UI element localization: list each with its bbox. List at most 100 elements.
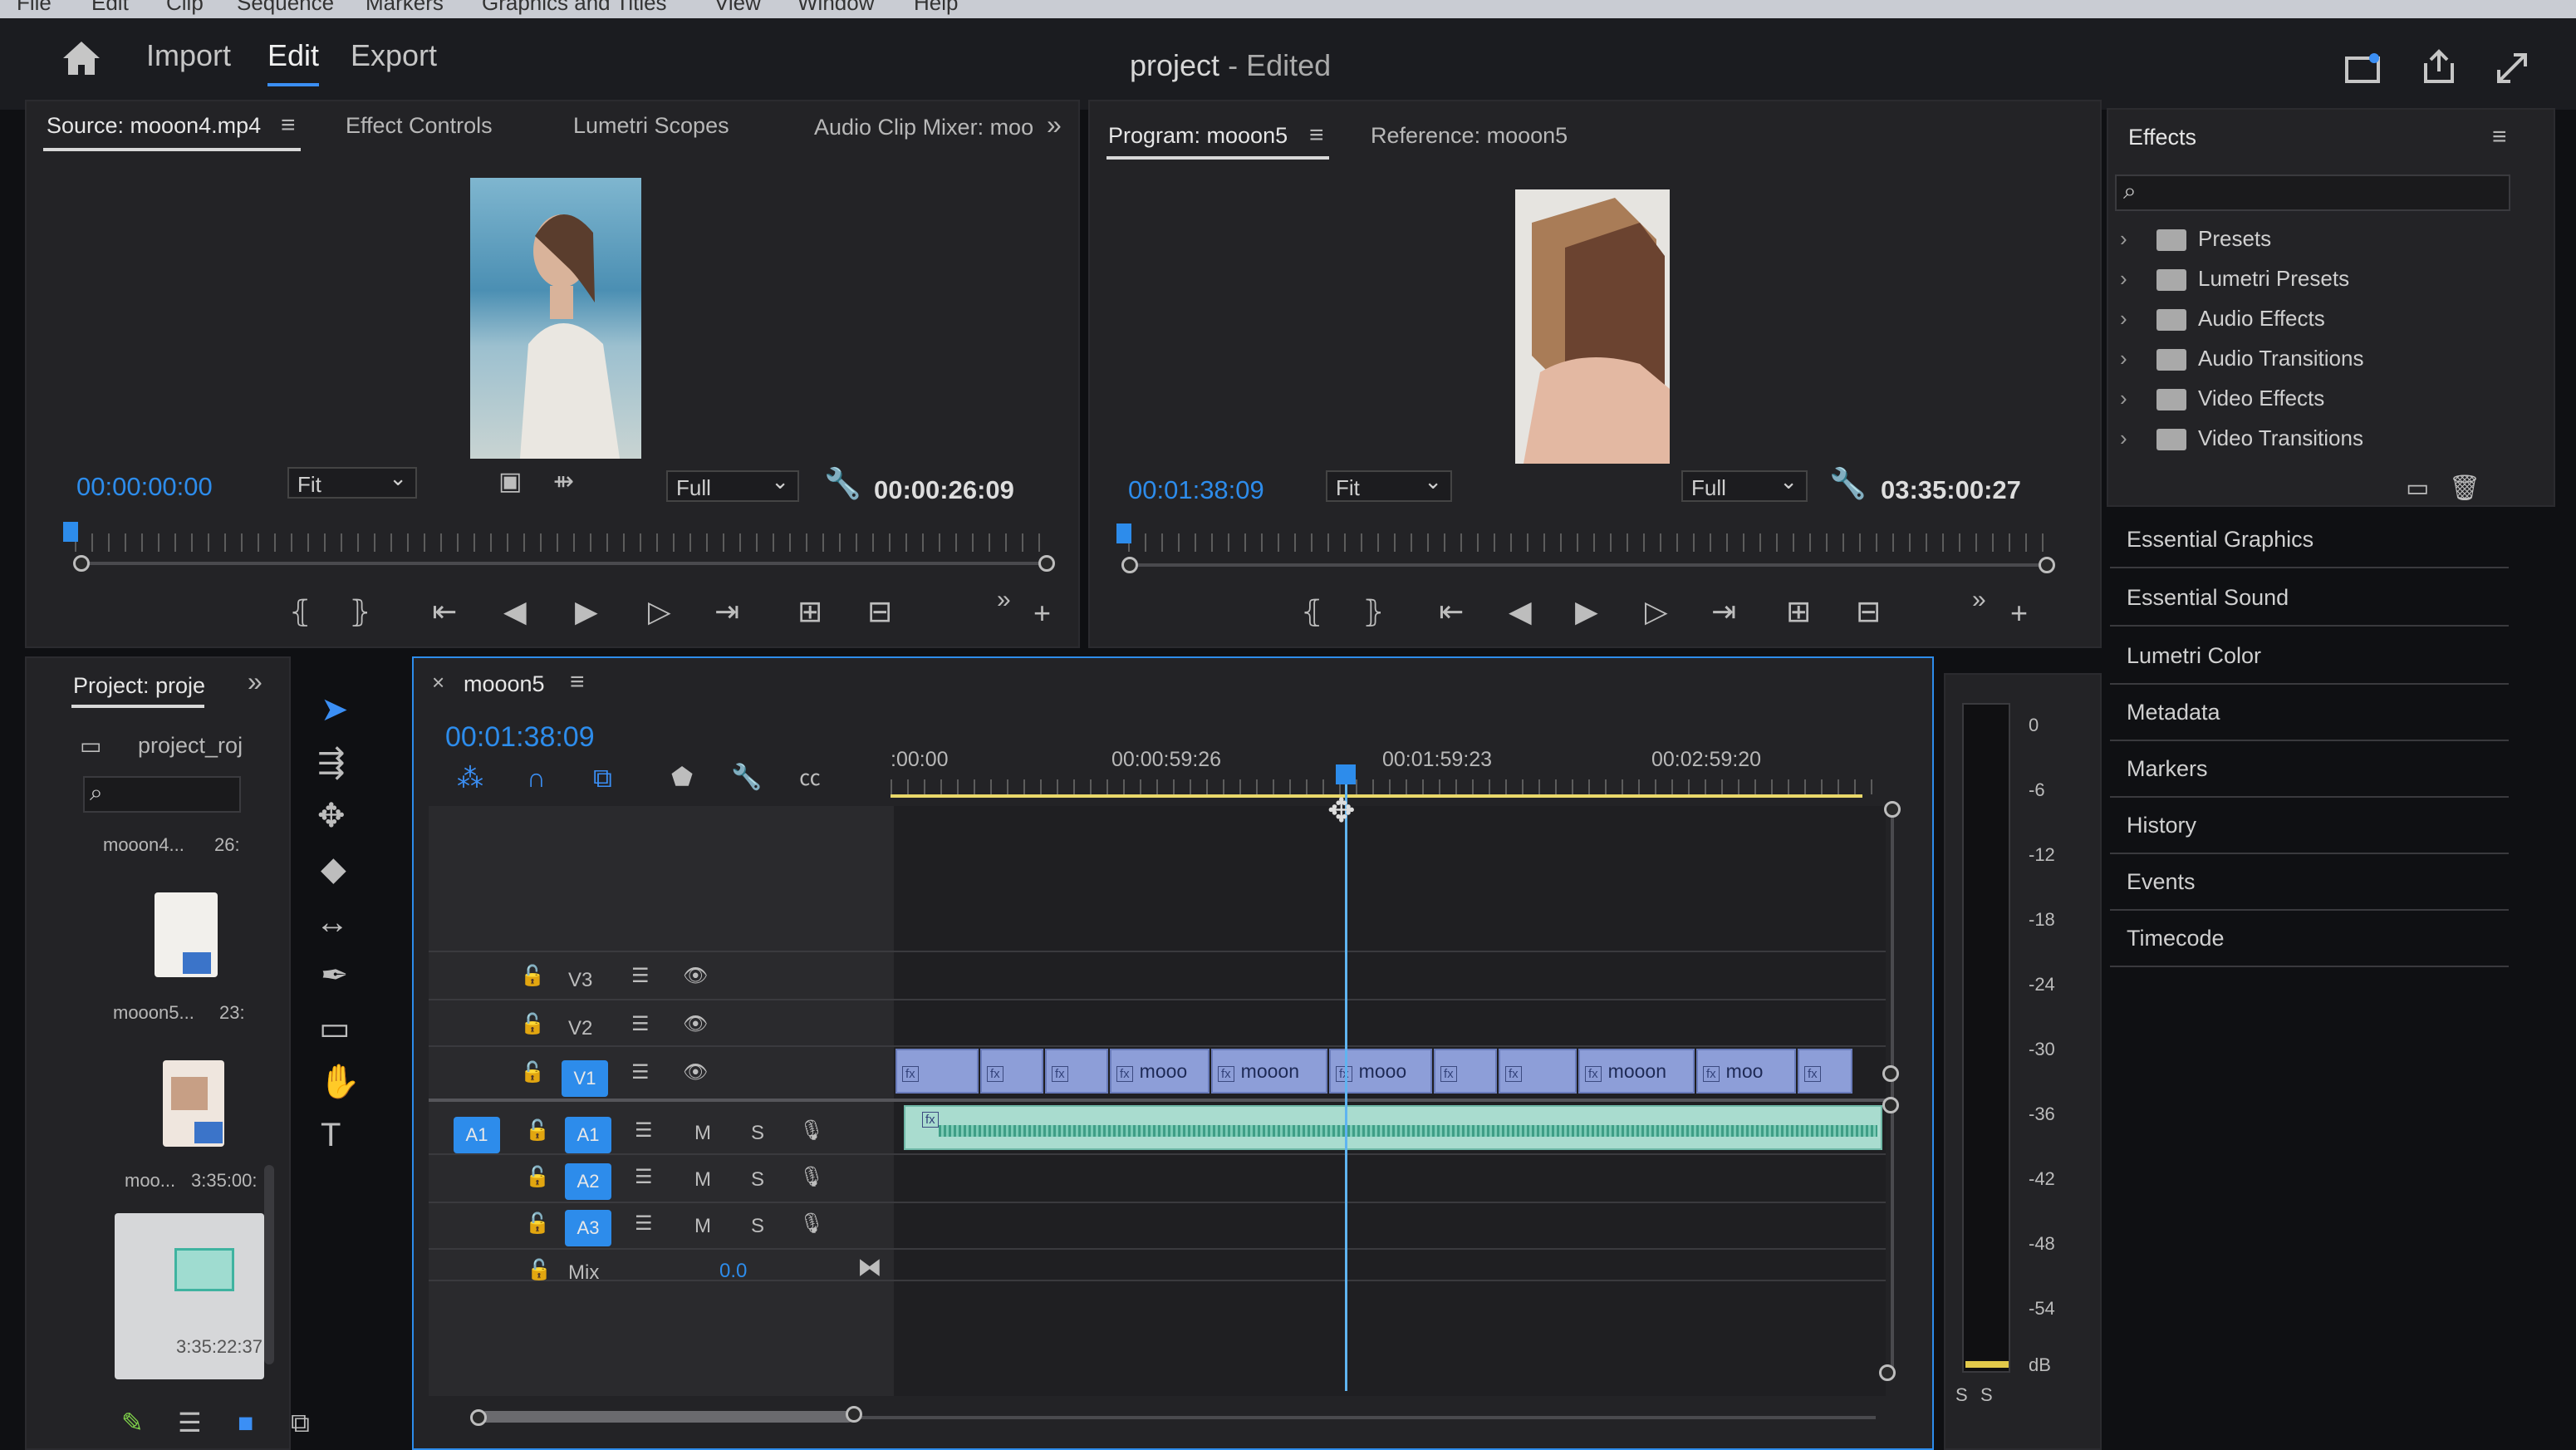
source-settings-icon[interactable]: ▣ (498, 467, 522, 497)
effects-item-video-effects[interactable]: › Video Effects (2120, 386, 2324, 411)
effects-menu-icon[interactable]: ≡ (2492, 123, 2507, 151)
track-target-v1[interactable]: V1 (562, 1060, 608, 1097)
panel-timecode[interactable]: Timecode (2110, 911, 2509, 967)
effects-item-video-transitions[interactable]: › Video Transitions (2120, 425, 2363, 451)
quick-export-icon[interactable] (2344, 52, 2382, 85)
timeline-scroll-thumb[interactable] (480, 1411, 854, 1423)
menu-window[interactable]: Window (797, 0, 874, 16)
microphone-icon[interactable]: 🎙 (799, 1165, 824, 1189)
solo-button[interactable]: S (751, 1122, 764, 1145)
effects-item-presets[interactable]: › Presets (2120, 226, 2271, 252)
source-zoom-handle-right[interactable] (1038, 555, 1055, 572)
eye-icon[interactable]: 👁 (683, 1060, 708, 1084)
mute-button[interactable]: M (694, 1168, 711, 1192)
program-playhead[interactable] (1116, 523, 1131, 543)
eye-icon[interactable]: 👁 (683, 964, 708, 988)
program-current-timecode[interactable]: 00:01:38:09 (1128, 475, 1264, 505)
fullscreen-icon[interactable] (2495, 52, 2529, 85)
eye-icon[interactable]: 👁 (683, 1012, 708, 1036)
go-to-out-icon[interactable]: ⇥ (714, 597, 739, 627)
timeline-clip[interactable]: fx mooo (1110, 1049, 1209, 1094)
panel-lumetri-color[interactable]: Lumetri Color (2110, 628, 2509, 685)
add-marker-icon[interactable]: ⬟ (671, 763, 693, 793)
hscroll-right-knob[interactable] (846, 1406, 862, 1423)
add-button-icon[interactable]: + (1033, 598, 1051, 628)
menu-edit[interactable]: Edit (91, 0, 129, 16)
close-sequence-icon[interactable]: × (432, 670, 444, 696)
program-wrench-icon[interactable]: 🔧 (1829, 469, 1867, 499)
selection-tool-icon[interactable]: ➤ (321, 693, 349, 726)
sync-lock-icon[interactable]: ☰ (635, 1165, 653, 1189)
program-go-to-out-icon[interactable]: ⇥ (1711, 597, 1736, 627)
workspace-edit[interactable]: Edit (267, 38, 319, 73)
project-more-tabs-icon[interactable]: » (248, 666, 263, 697)
source-wrench-icon[interactable]: 🔧 (824, 469, 861, 499)
mute-button[interactable]: M (694, 1215, 711, 1238)
sync-lock-icon[interactable]: ☰ (635, 1212, 653, 1236)
timeline-current-timecode[interactable]: 00:01:38:09 (445, 721, 595, 754)
meter-solo-left[interactable]: S (1955, 1384, 1968, 1406)
timeline-clip[interactable]: fx (1434, 1049, 1497, 1094)
program-add-button-icon[interactable]: + (2010, 598, 2028, 628)
source-playhead[interactable] (63, 522, 78, 542)
lock-icon[interactable]: 🔓 (527, 1258, 552, 1282)
mix-volume-value[interactable]: 0.0 (719, 1260, 747, 1283)
slip-tool-icon[interactable]: ↔ (316, 906, 349, 939)
panel-history[interactable]: History (2110, 798, 2509, 854)
panel-events[interactable]: Events (2110, 854, 2509, 911)
sequence-tab[interactable]: mooon5 (464, 671, 545, 697)
menu-clip[interactable]: Clip (166, 0, 204, 16)
audio-clip-a1[interactable]: fx (904, 1105, 1882, 1150)
panel-markers[interactable]: Markers (2110, 741, 2509, 798)
rectangle-tool-icon[interactable]: ▭ (319, 1012, 351, 1045)
tab-source[interactable]: Source: mooon4.mp4 (47, 113, 261, 139)
project-scrollbar[interactable] (264, 1165, 274, 1364)
track-target-a3[interactable]: A3 (565, 1210, 611, 1246)
sync-lock-icon[interactable]: ☰ (631, 1012, 650, 1036)
timeline-clip[interactable]: fx mooon (1211, 1049, 1327, 1094)
razor-tool-icon[interactable]: ◆ (321, 853, 346, 886)
timeline-settings-icon[interactable]: 🔧 (731, 763, 762, 793)
track-select-tool-icon[interactable]: ⇶ (317, 746, 346, 779)
menu-markers[interactable]: Markers (366, 0, 444, 16)
new-bin-icon[interactable]: ▭ (2406, 474, 2429, 504)
project-selected-item[interactable]: 3:35:22:37 (115, 1213, 264, 1379)
overwrite-icon[interactable]: ⊟ (867, 597, 892, 627)
more-tabs-icon[interactable]: » (1047, 110, 1062, 140)
program-quality-dropdown[interactable]: Full (1681, 469, 1808, 502)
tab-effect-controls[interactable]: Effect Controls (346, 113, 493, 139)
vscroll-audio-knob[interactable] (1882, 1097, 1899, 1113)
lock-icon[interactable]: 🔓 (525, 1118, 550, 1143)
source-zoom-bar[interactable] (83, 562, 1052, 565)
source-quality-dropdown[interactable]: Full (666, 469, 799, 502)
menu-help[interactable]: Help (914, 0, 958, 16)
program-time-ruler[interactable] (1128, 533, 2050, 552)
effects-item-audio-transitions[interactable]: › Audio Transitions (2120, 346, 2363, 371)
icon-view-icon[interactable]: ■ (238, 1408, 253, 1438)
sync-lock-icon[interactable]: ☰ (635, 1118, 653, 1143)
program-play-icon[interactable]: ▶ (1575, 597, 1598, 627)
timeline-clip[interactable]: fx mooon (1578, 1049, 1695, 1094)
menu-view[interactable]: View (714, 0, 761, 16)
solo-button[interactable]: S (751, 1168, 764, 1192)
step-back-icon[interactable]: ◀ (503, 597, 527, 627)
source-patch-a1[interactable]: A1 (454, 1117, 500, 1153)
snap-icon[interactable]: ∩ (527, 763, 546, 793)
tab-audio-clip-mixer[interactable]: Audio Clip Mixer: moo (814, 115, 1033, 140)
home-icon[interactable] (60, 40, 103, 76)
source-current-timecode[interactable]: 00:00:00:00 (76, 472, 213, 502)
track-target-a2[interactable]: A2 (565, 1163, 611, 1200)
hand-tool-icon[interactable]: ✋ (319, 1065, 361, 1099)
go-to-in-icon[interactable]: ⇤ (432, 597, 457, 627)
linked-selection-icon[interactable]: ⧉ (593, 763, 612, 793)
vscroll-top-knob[interactable] (1884, 801, 1901, 818)
timeline-clip[interactable]: fx (1798, 1049, 1852, 1094)
tab-project[interactable]: Project: proje (73, 673, 205, 699)
menu-graphics[interactable]: Graphics and Titles (482, 0, 667, 16)
vscroll-video-knob[interactable] (1882, 1065, 1899, 1082)
program-zoom-handle-right[interactable] (2039, 557, 2055, 573)
panel-essential-graphics[interactable]: Essential Graphics (2110, 512, 2509, 568)
drag-video-icon[interactable]: ⇻ (553, 467, 574, 497)
lock-icon[interactable]: 🔓 (520, 1060, 545, 1084)
lock-icon[interactable]: 🔓 (525, 1212, 550, 1236)
